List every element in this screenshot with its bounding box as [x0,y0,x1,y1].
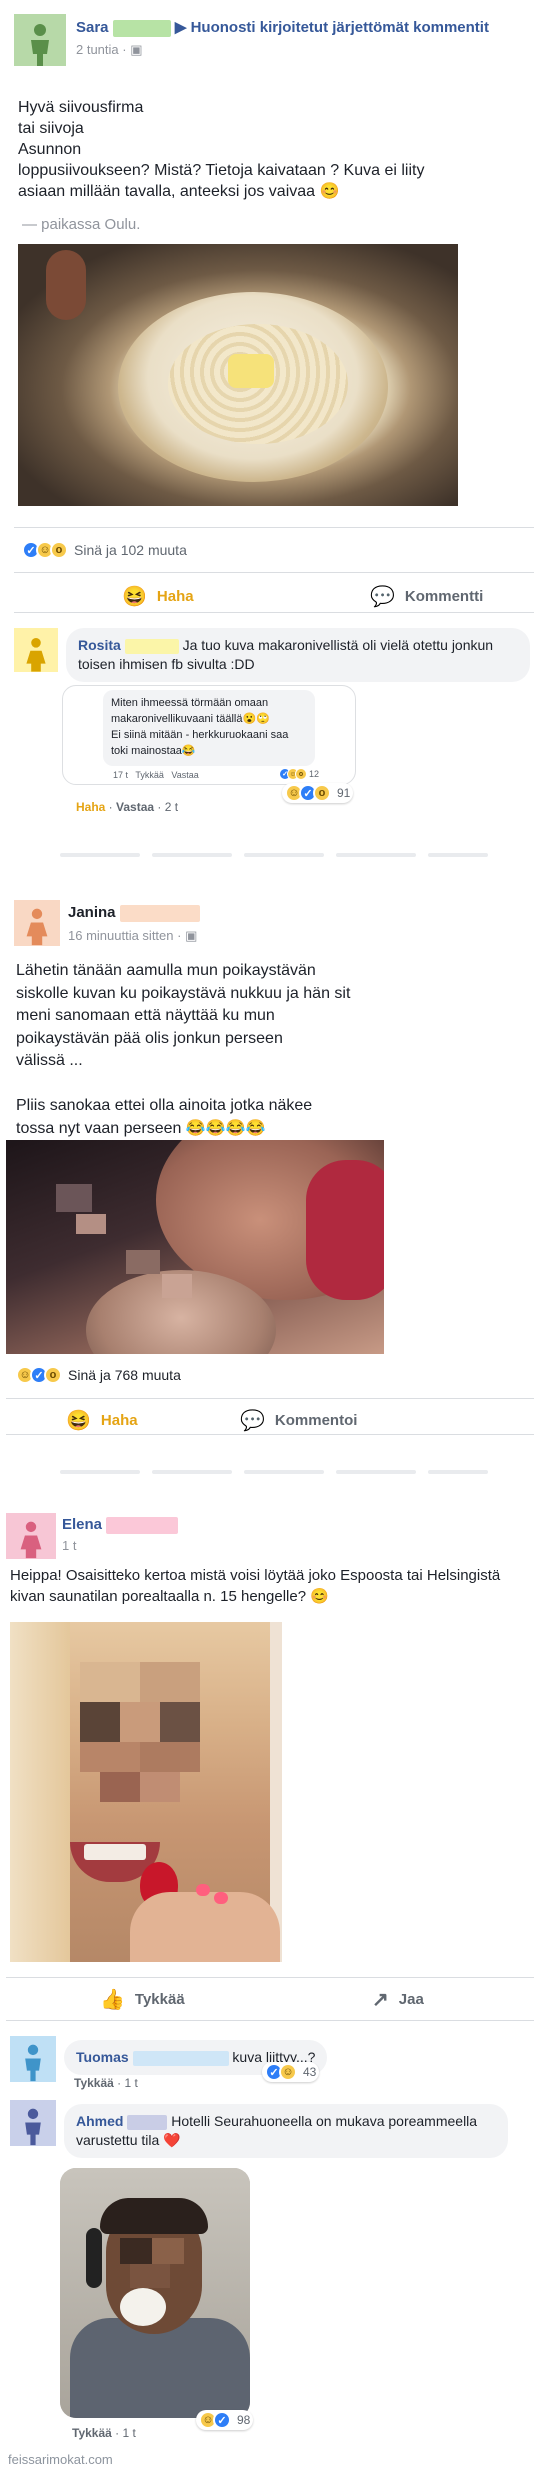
post-text: Lähetin tänään aamulla mun poikaystävän … [16,962,351,1137]
redacted-name [112,19,171,37]
post-time[interactable]: 2 tuntia · [76,42,127,57]
redacted-name [106,1516,179,1534]
blur-mosaic [56,1184,92,1212]
author-name[interactable]: Elena [62,1516,102,1533]
comment-button[interactable]: 💬 Kommentoi [240,1408,357,1433]
redacted-name [127,2114,168,2130]
quoted-time: 17 t [113,770,129,780]
post-photo[interactable] [6,1140,384,1354]
comment-photo[interactable] [60,2168,250,2418]
haha-icon: 😆 [122,586,147,608]
comment-label: Kommentoi [274,1412,358,1429]
comment-haha-link[interactable]: Haha [76,800,105,814]
comment-ahmed: Ahmed Hotelli Seurahuoneella on mukava p… [64,2104,508,2158]
comment-rosita: Rosita Ja tuo kuva makaronivellistä oli … [66,628,530,682]
quoted-reply: Vastaa [171,770,199,780]
blur-mosaic [120,2238,152,2264]
redacted-name [119,904,200,922]
quoted-comment-screenshot: Miten ihmeessä törmään omaan makaronivel… [62,685,356,785]
comment-reactions[interactable]: ☺ ✓ o 91 [282,783,354,803]
comment-like-link[interactable]: Tykkää [74,2076,114,2090]
wow-reaction-icon: o [44,1366,62,1384]
wow-reaction-icon: o [313,784,331,802]
comment-reactions[interactable]: ✓ ☺ 43 [262,2062,320,2082]
comment-author[interactable]: Rosita [78,637,121,653]
comment-time[interactable]: 1 t [124,2076,137,2090]
haha-label: Haha [156,588,194,605]
comment-button[interactable]: 💬 Kommentti [370,584,483,609]
post-time[interactable]: 1 t [62,1538,76,1553]
haha-icon: 😆 [66,1410,91,1432]
comment-reply-link[interactable]: Vastaa [116,800,154,814]
wow-reaction-icon: o [50,541,68,559]
share-label: Jaa [398,1991,424,2008]
haha-button[interactable]: 😆 Haha [66,1408,138,1433]
comment-icon: 💬 [370,586,395,608]
comment-author[interactable]: Ahmed [76,2113,123,2129]
author-name[interactable]: Sara [76,19,109,36]
friends-icon: ▣ [130,42,143,57]
comment-like-link[interactable]: Tykkää [72,2426,112,2440]
like-reaction-icon: ✓ [213,2411,231,2429]
comment-author[interactable]: Tuomas [76,2049,129,2065]
comment-reaction-count: 98 [237,2413,251,2427]
thumbs-up-icon: 👍 [100,1989,125,2011]
haha-button[interactable]: 😆 Haha [122,584,194,609]
redacted-name [132,2050,229,2066]
haha-reaction-icon: ☺ [279,2063,297,2081]
quoted-comment-text: Miten ihmeessä törmään omaan makaronivel… [103,690,315,766]
avatar[interactable] [14,14,66,66]
comment-reaction-count: 43 [303,2065,317,2079]
watermark: feissarimokat.com [8,2452,113,2467]
redacted-name [124,638,179,654]
arrow-icon: ▶ [174,19,187,36]
share-icon: ↗ [372,1989,389,2011]
comment-time[interactable]: 1 t [122,2426,135,2440]
blur-mosaic [80,1662,140,1702]
comment-reaction-count: 91 [337,786,351,800]
like-label: Tykkää [134,1991,185,2008]
quoted-like: Tykkää [135,770,164,780]
comment-reactions[interactable]: ☺ ✓ 98 [196,2410,254,2430]
post-text: Hyvä siivousfirma tai siivoja Asunnon lo… [18,99,425,200]
avatar[interactable] [10,2036,56,2082]
avatar[interactable] [14,628,58,672]
reaction-count: Sinä ja 102 muuta [74,542,187,558]
group-name[interactable]: Huonosti kirjoitetut järjettömät komment… [191,19,489,36]
comment-time[interactable]: 2 t [165,800,178,814]
author-name[interactable]: Janina [68,904,116,921]
reaction-summary[interactable]: ✓ ☺ o Sinä ja 102 muuta [22,541,187,559]
friends-icon: ▣ [185,928,198,943]
location[interactable]: — paikassa Oulu. [22,216,140,233]
quoted-count: 12 [309,769,320,779]
post-text: Heippa! Osaisitteko kertoa mistä voisi l… [10,1567,501,1605]
avatar[interactable] [10,2100,56,2146]
reaction-count: Sinä ja 768 muuta [68,1367,181,1383]
post-time[interactable]: 16 minuuttia sitten · [68,928,181,943]
wow-reaction-icon: o [295,768,307,780]
reaction-summary[interactable]: ☺ ✓ o Sinä ja 768 muuta [16,1366,181,1384]
haha-label: Haha [100,1412,138,1429]
post-photo[interactable] [10,1622,282,1962]
post-photo[interactable] [18,244,458,506]
comment-label: Kommentti [404,588,484,605]
like-button[interactable]: 👍 Tykkää [100,1987,185,2012]
avatar[interactable] [14,900,60,946]
avatar[interactable] [6,1513,56,1559]
share-button[interactable]: ↗ Jaa [372,1987,424,2012]
comment-icon: 💬 [240,1410,265,1432]
